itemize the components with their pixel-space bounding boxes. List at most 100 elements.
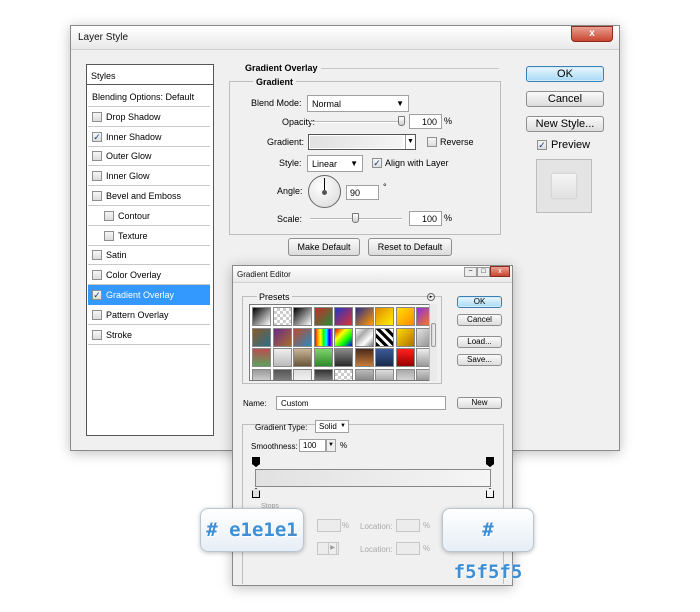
make-default-button[interactable]: Make Default (288, 238, 360, 256)
align-with-layer-checkbox[interactable]: ✓ (372, 158, 382, 168)
style-item-drop-shadow[interactable]: Drop Shadow (88, 107, 210, 127)
style-item-checkbox[interactable]: ✓ (92, 290, 102, 300)
gradient-preset-swatch[interactable] (334, 327, 353, 347)
scale-field[interactable]: 100 (409, 211, 442, 226)
presets-scrollbar-thumb[interactable] (431, 323, 436, 347)
gradient-preset-swatch[interactable] (252, 307, 271, 326)
gradient-preset-swatch[interactable] (313, 307, 333, 326)
gradient-preset-swatch[interactable] (293, 327, 312, 347)
style-select[interactable]: Linear ▼ (307, 155, 363, 172)
style-item-label: Inner Glow (106, 171, 150, 182)
gradient-preset-swatch[interactable] (375, 348, 394, 367)
reverse-checkbox[interactable] (427, 137, 437, 147)
style-item-checkbox[interactable] (92, 309, 102, 320)
scale-slider-thumb[interactable] (352, 213, 359, 223)
preview-checkbox[interactable]: ✓ (537, 140, 547, 150)
gradient-type-select[interactable]: Solid ▼ (315, 420, 349, 433)
style-item-color-overlay[interactable]: Color Overlay (88, 265, 210, 286)
cancel-button[interactable]: Cancel (526, 91, 604, 107)
load-button[interactable]: Load... (457, 336, 502, 348)
presets-options-icon[interactable]: ▸ (427, 293, 435, 301)
gradient-preset-swatch[interactable] (272, 327, 292, 347)
style-item-checkbox[interactable] (92, 151, 102, 162)
gradient-preset-swatch[interactable] (395, 348, 415, 367)
opacity-slider-track[interactable] (310, 121, 402, 123)
gradient-ok-button[interactable]: OK (457, 296, 502, 308)
angle-field[interactable]: 90 (346, 185, 379, 200)
presets-scrollbar[interactable] (429, 304, 437, 381)
gradient-preset-swatch[interactable] (354, 307, 374, 326)
style-item-checkbox[interactable] (92, 270, 102, 281)
gradient-editor-titlebar[interactable]: Gradient Editor − □ x (233, 266, 512, 283)
gradient-preset-swatch[interactable] (375, 327, 394, 347)
gradient-preset-swatch[interactable] (313, 368, 333, 380)
blend-mode-select[interactable]: Normal ▼ (307, 95, 409, 112)
chevron-down-icon: ▼ (396, 99, 404, 108)
style-item-blending-options-default[interactable]: Blending Options: Default (88, 87, 210, 107)
gradient-preset-swatch[interactable] (395, 307, 415, 326)
gradient-preset-swatch[interactable] (354, 368, 374, 380)
style-item-outer-glow[interactable]: Outer Glow (88, 146, 210, 167)
gradient-bar[interactable] (255, 469, 491, 487)
smoothness-dropdown-icon[interactable]: ▼ (326, 439, 336, 452)
styles-header: Styles (87, 65, 213, 85)
minimize-icon[interactable]: − (464, 267, 477, 277)
style-item-inner-glow[interactable]: Inner Glow (88, 166, 210, 187)
style-item-checkbox[interactable] (92, 171, 102, 182)
ok-button[interactable]: OK (526, 66, 604, 82)
style-item-checkbox[interactable] (92, 191, 102, 201)
close-button[interactable]: x (571, 26, 613, 42)
gradient-preset-swatch[interactable] (313, 327, 333, 347)
gradient-preset-swatch[interactable] (354, 327, 374, 347)
save-button[interactable]: Save... (457, 354, 502, 366)
new-gradient-button[interactable]: New (457, 397, 502, 409)
style-item-checkbox[interactable] (92, 111, 102, 122)
style-item-contour[interactable]: Contour (88, 206, 210, 226)
gradient-preset-swatch[interactable] (272, 307, 292, 326)
style-item-gradient-overlay[interactable]: ✓ Gradient Overlay (88, 285, 210, 305)
style-item-satin[interactable]: Satin (88, 245, 210, 266)
restore-icon[interactable]: □ (477, 267, 490, 277)
gradient-preset-swatch[interactable] (334, 368, 353, 380)
gradient-editor-close-icon[interactable]: x (490, 266, 510, 277)
gradient-preset-swatch[interactable] (252, 327, 271, 347)
gradient-preset-swatch[interactable] (334, 348, 353, 367)
gradient-preset-swatch[interactable] (272, 368, 292, 380)
gradient-preset-swatch[interactable] (252, 368, 271, 380)
style-item-bevel-and-emboss[interactable]: Bevel and Emboss (88, 186, 210, 206)
style-item-stroke[interactable]: Stroke (88, 325, 210, 345)
style-item-checkbox[interactable] (104, 210, 114, 221)
gradient-dropdown-arrow-icon[interactable]: ▼ (405, 135, 415, 149)
gradient-cancel-button[interactable]: Cancel (457, 314, 502, 326)
style-item-pattern-overlay[interactable]: Pattern Overlay (88, 305, 210, 325)
gradient-preset-swatch[interactable] (395, 368, 415, 380)
gradient-preset-swatch[interactable] (272, 348, 292, 367)
style-item-inner-shadow[interactable]: ✓ Inner Shadow (88, 127, 210, 147)
layer-style-titlebar[interactable]: Layer Style x (71, 26, 619, 50)
style-item-texture[interactable]: Texture (88, 226, 210, 246)
smoothness-field[interactable]: 100 (299, 439, 326, 452)
gradient-preset-swatch[interactable] (313, 348, 333, 367)
reset-to-default-button[interactable]: Reset to Default (368, 238, 452, 256)
gradient-type-value: Solid (319, 422, 337, 431)
gradient-preset-swatch[interactable] (395, 327, 415, 347)
gradient-preset-swatch[interactable] (293, 307, 312, 326)
opacity-field[interactable]: 100 (409, 114, 442, 129)
gradient-preset-swatch[interactable] (293, 348, 312, 367)
gradient-preview-swatch[interactable]: ▼ (308, 134, 416, 150)
style-item-checkbox[interactable] (104, 230, 114, 241)
angle-dial[interactable] (308, 175, 341, 208)
gradient-preset-swatch[interactable] (375, 307, 394, 326)
style-item-checkbox[interactable]: ✓ (92, 131, 102, 142)
gradient-preset-swatch[interactable] (354, 348, 374, 367)
gradient-preset-swatch[interactable] (293, 368, 312, 380)
gradient-preset-swatch[interactable] (375, 368, 394, 380)
gradient-preset-swatch[interactable] (334, 307, 353, 326)
opacity-slider-thumb[interactable] (398, 116, 405, 126)
style-label: Style: (279, 158, 302, 168)
style-item-checkbox[interactable] (92, 250, 102, 261)
gradient-preset-swatch[interactable] (252, 348, 271, 367)
new-style-button[interactable]: New Style... (526, 116, 604, 132)
style-item-checkbox[interactable] (92, 329, 102, 340)
name-input[interactable]: Custom (276, 396, 446, 410)
